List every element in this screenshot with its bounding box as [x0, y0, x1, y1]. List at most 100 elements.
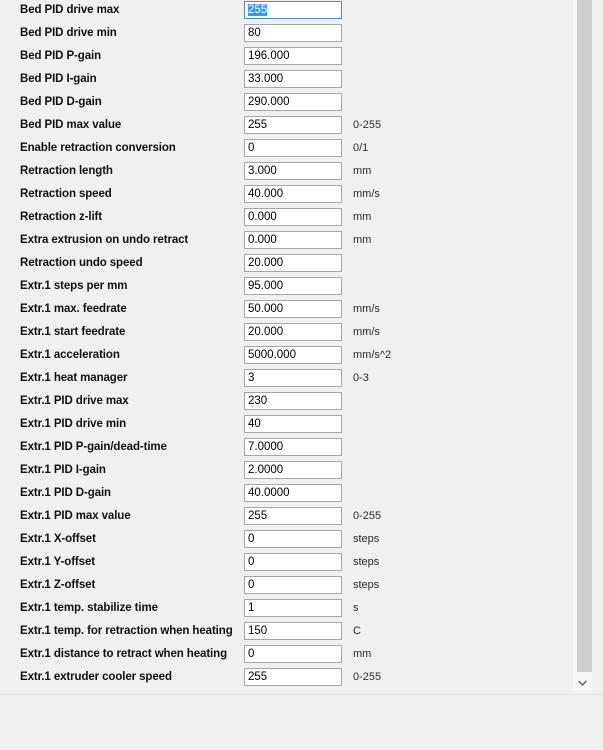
setting-row: Extr.1 temp. stabilize time s	[0, 598, 571, 621]
eeprom-settings-dialog: Bed PID drive max Bed PID drive min Bed PI…	[0, 0, 603, 750]
setting-row: Extr.1 steps per mm	[0, 276, 571, 299]
setting-row: Retraction undo speed	[0, 253, 571, 276]
setting-value-input[interactable]	[244, 93, 342, 111]
setting-value-input[interactable]	[244, 277, 342, 295]
setting-label: Retraction length	[20, 165, 113, 177]
setting-value-input[interactable]	[244, 415, 342, 433]
setting-unit-label: s	[353, 602, 359, 614]
setting-value-input[interactable]	[244, 231, 342, 249]
setting-label: Bed PID drive max	[20, 4, 120, 16]
setting-row: Extr.1 start feedrate mm/s	[0, 322, 571, 345]
setting-label: Retraction z-lift	[20, 211, 102, 223]
setting-label: Extr.1 temp. stabilize time	[20, 602, 158, 614]
setting-label: Extr.1 Z-offset	[20, 579, 96, 591]
setting-unit-label: mm/s	[353, 303, 380, 315]
chevron-down-icon	[578, 679, 587, 686]
setting-value-input[interactable]	[244, 47, 342, 65]
setting-value-input[interactable]	[244, 576, 342, 594]
setting-label: Extr.1 PID drive min	[20, 418, 127, 430]
setting-label: Retraction undo speed	[20, 257, 143, 269]
scrollbar-track[interactable]	[573, 0, 592, 674]
setting-row: Extr.1 acceleration mm/s^2	[0, 345, 571, 368]
setting-unit-label: C	[353, 625, 361, 637]
setting-value-input[interactable]	[244, 438, 342, 456]
setting-value-input[interactable]	[244, 208, 342, 226]
setting-row: Retraction speed mm/s	[0, 184, 571, 207]
setting-unit-label: mm	[353, 211, 372, 223]
setting-value-input[interactable]	[244, 162, 342, 180]
setting-unit-label: steps	[353, 579, 380, 591]
setting-unit-label: steps	[353, 533, 380, 545]
setting-row: Extr.1 X-offset steps	[0, 529, 571, 552]
setting-row: Extr.1 max. feedrate mm/s	[0, 299, 571, 322]
setting-row: Extr.1 PID D-gain	[0, 483, 571, 506]
setting-row: Extr.1 distance to retract when heating m…	[0, 644, 571, 667]
setting-label: Extr.1 extruder cooler speed	[20, 671, 172, 683]
setting-unit-label: mm/s	[353, 188, 380, 200]
setting-unit-label: mm	[353, 648, 372, 660]
setting-label: Extr.1 PID max value	[20, 510, 131, 522]
setting-row: Retraction length mm	[0, 161, 571, 184]
setting-label: Extr.1 start feedrate	[20, 326, 126, 338]
setting-value-input[interactable]	[244, 369, 342, 387]
scrollbar-thumb[interactable]	[577, 0, 592, 672]
setting-label: Bed PID P-gain	[20, 50, 102, 62]
setting-label: Extr.1 X-offset	[20, 533, 96, 545]
setting-value-input[interactable]	[244, 461, 342, 479]
setting-value-input[interactable]	[244, 530, 342, 548]
setting-value-input[interactable]	[244, 300, 342, 318]
settings-scroll-panel: Bed PID drive max Bed PID drive min Bed PI…	[0, 0, 571, 691]
setting-row: Extr.1 PID P-gain/dead-time	[0, 437, 571, 460]
setting-label: Extr.1 max. feedrate	[20, 303, 127, 315]
setting-unit-label: mm	[353, 165, 372, 177]
setting-row: Retraction z-lift mm	[0, 207, 571, 230]
scrollbar-down-button[interactable]	[573, 674, 592, 691]
setting-value-input[interactable]	[244, 599, 342, 617]
setting-label: Extr.1 steps per mm	[20, 280, 128, 292]
setting-value-input[interactable]	[244, 185, 342, 203]
setting-row: Bed PID drive min	[0, 23, 571, 46]
setting-label: Bed PID max value	[20, 119, 122, 131]
setting-row: Bed PID drive max	[0, 0, 571, 23]
setting-label: Extr.1 Y-offset	[20, 556, 95, 568]
setting-value-input[interactable]	[244, 1, 342, 19]
settings-row-list: Bed PID drive max Bed PID drive min Bed PI…	[0, 0, 571, 690]
setting-row: Enable retraction conversion 0/1	[0, 138, 571, 161]
setting-label: Enable retraction conversion	[20, 142, 176, 154]
setting-value-input[interactable]	[244, 668, 342, 686]
vertical-scrollbar[interactable]	[572, 0, 592, 691]
setting-label: Extra extrusion on undo retract	[20, 234, 189, 246]
setting-value-input[interactable]	[244, 24, 342, 42]
setting-row: Extr.1 extruder cooler speed 0-255	[0, 667, 571, 690]
setting-value-input[interactable]	[244, 392, 342, 410]
setting-unit-label: mm/s	[353, 326, 380, 338]
setting-value-input[interactable]	[244, 70, 342, 88]
setting-value-input[interactable]	[244, 254, 342, 272]
setting-row: Extr.1 PID max value 0-255	[0, 506, 571, 529]
setting-label: Bed PID I-gain	[20, 73, 97, 85]
setting-value-input[interactable]	[244, 139, 342, 157]
setting-value-input[interactable]	[244, 346, 342, 364]
setting-label: Extr.1 PID P-gain/dead-time	[20, 441, 167, 453]
setting-row: Extra extrusion on undo retract mm	[0, 230, 571, 253]
action-bar: Exporter valeurs EEPROM Importer valeurs…	[0, 695, 603, 750]
setting-row: Bed PID D-gain	[0, 92, 571, 115]
setting-label: Extr.1 PID I-gain	[20, 464, 106, 476]
setting-value-input[interactable]	[244, 622, 342, 640]
setting-value-input[interactable]	[244, 507, 342, 525]
setting-value-input[interactable]	[244, 323, 342, 341]
setting-value-input[interactable]	[244, 116, 342, 134]
setting-value-input[interactable]	[244, 645, 342, 663]
setting-unit-label: 0-3	[353, 372, 369, 384]
setting-unit-label: 0-255	[353, 671, 382, 683]
setting-row: Extr.1 Y-offset steps	[0, 552, 571, 575]
setting-row: Bed PID P-gain	[0, 46, 571, 69]
setting-row: Bed PID max value 0-255	[0, 115, 571, 138]
setting-label: Retraction speed	[20, 188, 112, 200]
setting-value-input[interactable]	[244, 484, 342, 502]
setting-value-input[interactable]	[244, 553, 342, 571]
setting-row: Extr.1 Z-offset steps	[0, 575, 571, 598]
setting-label: Extr.1 heat manager	[20, 372, 128, 384]
setting-label: Extr.1 PID D-gain	[20, 487, 111, 499]
setting-unit-label: 0-255	[353, 510, 382, 522]
